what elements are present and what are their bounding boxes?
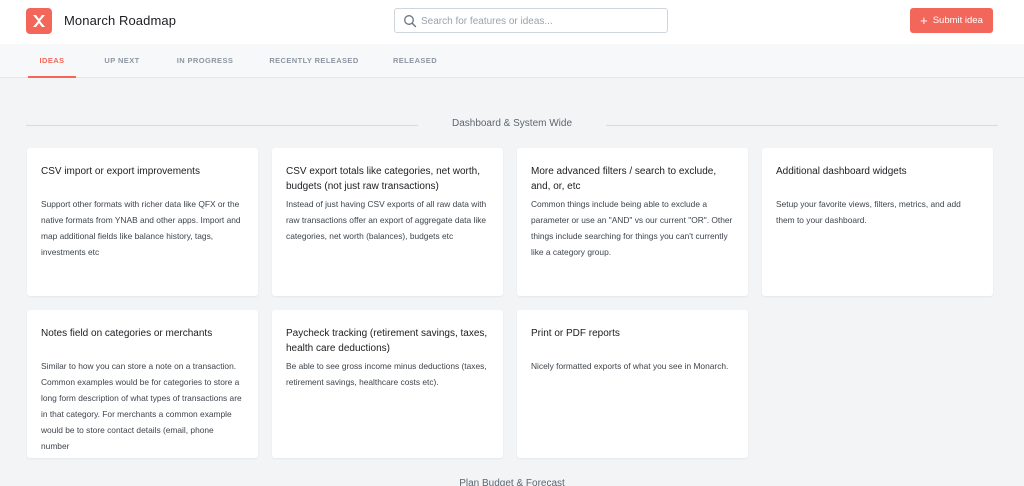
idea-card-title: CSV import or export improvements — [41, 166, 200, 177]
idea-card-description: Support other formats with richer data l… — [41, 199, 241, 257]
tab-released[interactable]: RELEASED — [386, 44, 444, 78]
search-box[interactable] — [394, 8, 668, 33]
idea-card[interactable]: Notes field on categories or merchants S… — [27, 310, 258, 458]
idea-card[interactable]: Print or PDF reports Nicely formatted ex… — [517, 310, 748, 458]
idea-card-description: Setup your favorite views, filters, metr… — [776, 199, 961, 225]
idea-card-title: More advanced filters / search to exclud… — [531, 166, 717, 192]
idea-card-description: Instead of just having CSV exports of al… — [286, 199, 487, 241]
tab-recently-released[interactable]: RECENTLY RELEASED — [264, 44, 364, 78]
section-title: Plan Budget & Forecast — [459, 478, 565, 486]
section-divider: Dashboard & System Wide — [26, 118, 998, 134]
idea-card-description: Nicely formatted exports of what you see… — [531, 361, 729, 371]
tab-bar: IDEAS UP NEXT IN PROGRESS RECENTLY RELEA… — [0, 44, 1024, 78]
idea-card-title: Paycheck tracking (retirement savings, t… — [286, 328, 488, 354]
idea-card-description: Be able to see gross income minus deduct… — [286, 361, 487, 387]
idea-card[interactable]: CSV import or export improvements Suppor… — [27, 148, 258, 296]
idea-card-description: Similar to how you can store a note on a… — [41, 361, 242, 450]
idea-card-title: Notes field on categories or merchants — [41, 328, 213, 339]
tab-in-progress[interactable]: IN PROGRESS — [168, 44, 242, 78]
tab-ideas[interactable]: IDEAS — [28, 44, 76, 78]
search-icon — [404, 15, 417, 28]
idea-card[interactable]: CSV export totals like categories, net w… — [272, 148, 503, 296]
plus-icon: + — [920, 12, 928, 28]
idea-card-title: Additional dashboard widgets — [776, 166, 907, 177]
monarch-logo-icon[interactable] — [26, 8, 52, 34]
search-input[interactable] — [421, 12, 661, 30]
idea-card-title: CSV export totals like categories, net w… — [286, 166, 480, 192]
top-header: Monarch Roadmap + Submit idea — [0, 0, 1024, 44]
app-title: Monarch Roadmap — [64, 13, 177, 28]
submit-idea-label: Submit idea — [932, 15, 983, 26]
idea-card[interactable]: Additional dashboard widgets Setup your … — [762, 148, 993, 296]
idea-card[interactable]: Paycheck tracking (retirement savings, t… — [272, 310, 503, 458]
idea-card-description: Common things include being able to excl… — [531, 199, 733, 257]
tab-up-next[interactable]: UP NEXT — [96, 44, 148, 78]
idea-card-title: Print or PDF reports — [531, 328, 620, 339]
idea-card[interactable]: More advanced filters / search to exclud… — [517, 148, 748, 296]
submit-idea-button[interactable]: + Submit idea — [910, 8, 993, 33]
section-title: Dashboard & System Wide — [26, 118, 998, 129]
